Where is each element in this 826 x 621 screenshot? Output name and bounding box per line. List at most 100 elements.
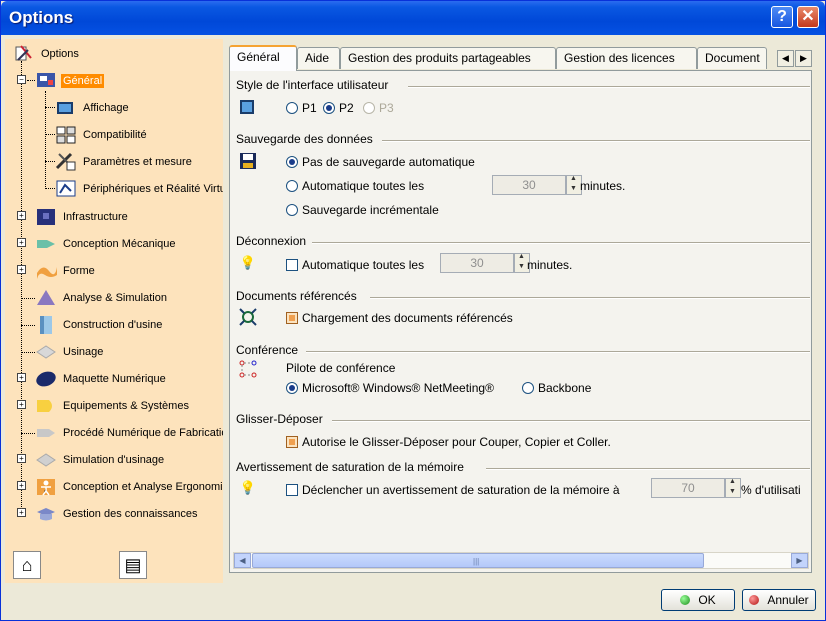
digital-process-icon (37, 429, 55, 437)
section-conference-title: Conférence (236, 343, 299, 357)
scroll-right-icon[interactable]: ▶ (791, 553, 808, 568)
title-bar: Options ? ✕ (1, 1, 825, 35)
tab-document[interactable]: Document (697, 47, 767, 69)
section-dragdrop-title: Glisser-Déposer (236, 412, 323, 426)
general-panel: Style de l'interface utilisateur P1 P2 P… (229, 70, 812, 573)
section-disconnect-title: Déconnexion (236, 234, 307, 248)
save-option-incremental[interactable]: Sauvegarde incrémentale (286, 203, 439, 217)
interface-style-icon (240, 100, 254, 114)
expander-general[interactable]: − (17, 75, 26, 84)
machining-sim-icon (36, 453, 56, 467)
tab-strip: Général Aide Gestion des produits partag… (229, 45, 821, 71)
expander-knowledge[interactable]: + (17, 508, 26, 517)
expander-equipment[interactable]: + (17, 400, 26, 409)
infrastructure-icon (37, 209, 55, 225)
tree-root[interactable]: Options (13, 43, 81, 65)
disconnect-interval-unit: minutes. (527, 258, 573, 272)
save-option-auto[interactable]: Automatique toutes les (286, 179, 424, 193)
tree-item-knowledge[interactable]: Gestion des connaissances (35, 503, 200, 525)
reset-icon[interactable]: ⌂ (13, 551, 41, 579)
analysis-icon (37, 290, 55, 305)
conference-option-netmeeting[interactable]: Microsoft® Windows® NetMeeting® (286, 381, 494, 395)
compatibility-icon (56, 126, 76, 144)
tree-item-plant-design[interactable]: Construction d'usine (35, 314, 164, 336)
cancel-icon (749, 595, 760, 605)
save-icon (240, 153, 256, 169)
docs-load-checkbox[interactable]: Chargement des documents référencés (286, 311, 513, 325)
tab-shareable-products[interactable]: Gestion des produits partageables (340, 47, 556, 69)
expander-mechanical-design[interactable]: + (17, 238, 26, 247)
tab-scroll-left[interactable]: ◀ (777, 50, 794, 67)
section-save-title: Sauvegarde des données (236, 132, 373, 146)
tree-item-machining-sim[interactable]: Simulation d'usinage (35, 449, 166, 471)
tree-item-infrastructure[interactable]: Infrastructure (35, 206, 130, 228)
tree-item-mechanical-design[interactable]: Conception Mécanique (35, 233, 178, 255)
tab-general[interactable]: Général (229, 45, 297, 71)
tree-item-digital-process[interactable]: Procédé Numérique de Fabrication (35, 422, 223, 444)
dragdrop-checkbox[interactable]: Autorise le Glisser-Déposer pour Couper,… (286, 435, 611, 449)
tab-licenses[interactable]: Gestion des licences (556, 47, 697, 69)
digital-mockup-icon (36, 371, 56, 387)
knowledge-icon (37, 508, 55, 521)
cancel-button[interactable]: Annuler (742, 589, 816, 611)
help-button[interactable]: ? (771, 6, 793, 28)
tree-item-analysis[interactable]: Analyse & Simulation (35, 287, 169, 309)
style-option-p2[interactable]: P2 (323, 101, 354, 115)
scroll-thumb[interactable]: ||| (252, 553, 704, 568)
save-interval-stepper[interactable]: 30 (492, 175, 582, 195)
tree-item-display[interactable]: Affichage (55, 97, 131, 119)
ok-button[interactable]: OK (661, 589, 735, 611)
display-icon (57, 102, 73, 114)
mechanical-design-icon (37, 240, 55, 248)
section-style-title: Style de l'interface utilisateur (236, 78, 389, 92)
expander-machining-sim[interactable]: + (17, 454, 26, 463)
memory-threshold-unit: % d'utilisati (741, 483, 801, 497)
tree-item-devices[interactable]: Périphériques et Réalité Virtue (55, 178, 223, 200)
memory-threshold-stepper[interactable]: 70 (651, 478, 741, 498)
ok-icon (680, 595, 691, 605)
tab-scroll-right[interactable]: ▶ (795, 50, 812, 67)
bulb-icon: 💡 (239, 255, 257, 270)
save-interval-value[interactable]: 30 (492, 175, 566, 195)
tree-item-equipment[interactable]: Equipements & Systèmes (35, 395, 191, 417)
scroll-left-icon[interactable]: ◀ (234, 553, 251, 568)
general-icon (37, 73, 55, 87)
tab-help[interactable]: Aide (297, 47, 340, 69)
expander-shape[interactable]: + (17, 265, 26, 274)
tree-item-units[interactable]: Paramètres et mesure (55, 151, 194, 173)
equipment-icon (37, 400, 52, 412)
referenced-docs-icon (239, 308, 257, 326)
horizontal-scrollbar[interactable]: ◀ ||| ▶ (233, 552, 809, 569)
expander-ergonomics[interactable]: + (17, 481, 26, 490)
disconnect-checkbox[interactable]: Automatique toutes les (286, 258, 424, 272)
tree-item-ergonomics[interactable]: Conception et Analyse Ergonomiq (35, 476, 223, 498)
conference-icon (239, 360, 257, 378)
tree-item-digital-mockup[interactable]: Maquette Numérique (35, 368, 168, 390)
expander-infrastructure[interactable]: + (17, 211, 26, 220)
style-option-p1[interactable]: P1 (286, 101, 317, 115)
memory-spin-arrows[interactable] (725, 478, 741, 498)
conference-option-backbone[interactable]: Backbone (522, 381, 591, 395)
export-icon[interactable]: ▤ (119, 551, 147, 579)
save-option-none[interactable]: Pas de sauvegarde automatique (286, 155, 475, 169)
disconnect-interval-stepper[interactable]: 30 (440, 253, 530, 273)
window-title: Options (9, 8, 74, 27)
devices-icon (56, 180, 76, 197)
options-tree: Options − Général Affichage Compatibilit… (5, 39, 223, 583)
options-icon (15, 45, 32, 61)
memory-warning-checkbox[interactable]: Déclencher un avertissement de saturatio… (286, 483, 620, 497)
options-window: Options ? ✕ Options − Général Affichage … (0, 0, 826, 621)
tree-item-compatibility[interactable]: Compatibilité (55, 124, 149, 146)
section-docs-title: Documents référencés (236, 289, 357, 303)
memory-threshold-value[interactable]: 70 (651, 478, 725, 498)
machining-icon (36, 345, 56, 359)
memory-bulb-icon: 💡 (239, 480, 257, 495)
tree-item-general[interactable]: Général (35, 70, 105, 92)
tree-item-shape[interactable]: Forme (35, 260, 97, 282)
tree-item-machining[interactable]: Usinage (35, 341, 105, 363)
expander-digital-mockup[interactable]: + (17, 373, 26, 382)
conference-driver-label: Pilote de conférence (286, 361, 396, 375)
disconnect-interval-value[interactable]: 30 (440, 253, 514, 273)
close-button[interactable]: ✕ (797, 6, 819, 28)
style-option-p3: P3 (363, 101, 394, 115)
